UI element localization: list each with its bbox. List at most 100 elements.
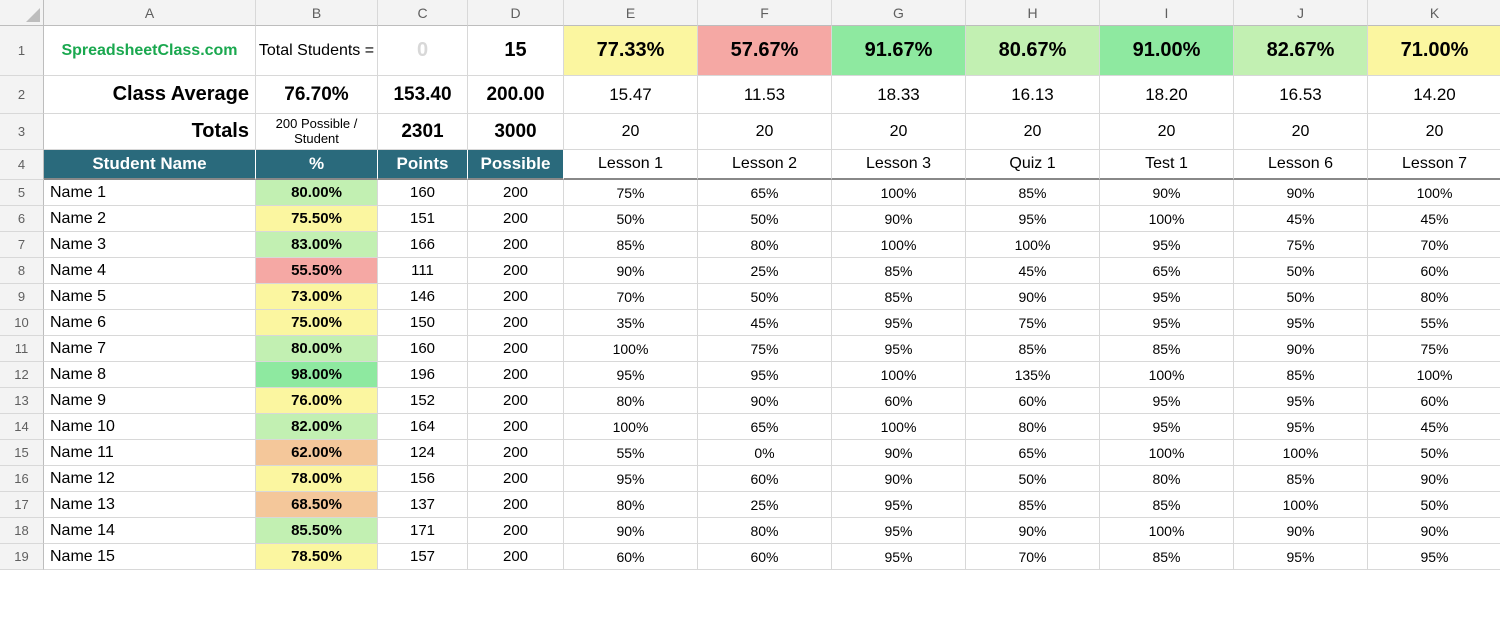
student-percent-cell[interactable]: 80.00%	[256, 180, 378, 206]
student-percent-cell[interactable]: 98.00%	[256, 362, 378, 388]
student-score-cell[interactable]: 85%	[966, 492, 1100, 518]
student-name-cell[interactable]: Name 13	[44, 492, 256, 518]
student-score-cell[interactable]: 135%	[966, 362, 1100, 388]
row-header-18[interactable]: 18	[0, 518, 44, 544]
column-header-g[interactable]: G	[832, 0, 966, 26]
student-score-cell[interactable]: 85%	[1234, 362, 1368, 388]
student-score-cell[interactable]: 95%	[966, 206, 1100, 232]
student-score-cell[interactable]: 85%	[832, 258, 966, 284]
spreadsheet-grid[interactable]: ABCDEFGHIJK1SpreadsheetClass.comTotal St…	[0, 0, 1500, 570]
student-name-cell[interactable]: Name 12	[44, 466, 256, 492]
student-score-cell[interactable]: 50%	[698, 284, 832, 310]
student-points-cell[interactable]: 166	[378, 232, 468, 258]
student-score-cell[interactable]: 100%	[564, 336, 698, 362]
student-score-cell[interactable]: 55%	[564, 440, 698, 466]
student-score-cell[interactable]: 50%	[1234, 284, 1368, 310]
student-score-cell[interactable]: 60%	[1368, 388, 1500, 414]
student-points-cell[interactable]: 151	[378, 206, 468, 232]
student-possible-cell[interactable]: 200	[468, 284, 564, 310]
student-score-cell[interactable]: 50%	[966, 466, 1100, 492]
student-score-cell[interactable]: 100%	[832, 414, 966, 440]
student-possible-cell[interactable]: 200	[468, 414, 564, 440]
student-score-cell[interactable]: 65%	[966, 440, 1100, 466]
student-score-cell[interactable]: 75%	[1234, 232, 1368, 258]
student-score-cell[interactable]: 95%	[1100, 388, 1234, 414]
row-header-3[interactable]: 3	[0, 114, 44, 150]
student-score-cell[interactable]: 85%	[1234, 466, 1368, 492]
student-score-cell[interactable]: 100%	[832, 362, 966, 388]
student-percent-cell[interactable]: 68.50%	[256, 492, 378, 518]
student-score-cell[interactable]: 65%	[698, 180, 832, 206]
student-name-cell[interactable]: Name 3	[44, 232, 256, 258]
student-score-cell[interactable]: 100%	[1368, 180, 1500, 206]
row-header-4[interactable]: 4	[0, 150, 44, 180]
student-name-cell[interactable]: Name 7	[44, 336, 256, 362]
row-header-19[interactable]: 19	[0, 544, 44, 570]
student-possible-cell[interactable]: 200	[468, 258, 564, 284]
row-header-5[interactable]: 5	[0, 180, 44, 206]
student-possible-cell[interactable]: 200	[468, 336, 564, 362]
student-possible-cell[interactable]: 200	[468, 180, 564, 206]
row-header-12[interactable]: 12	[0, 362, 44, 388]
student-points-cell[interactable]: 137	[378, 492, 468, 518]
student-possible-cell[interactable]: 200	[468, 232, 564, 258]
student-score-cell[interactable]: 55%	[1368, 310, 1500, 336]
student-score-cell[interactable]: 95%	[1100, 232, 1234, 258]
student-name-cell[interactable]: Name 2	[44, 206, 256, 232]
student-score-cell[interactable]: 50%	[698, 206, 832, 232]
column-header-b[interactable]: B	[256, 0, 378, 26]
student-name-cell[interactable]: Name 11	[44, 440, 256, 466]
student-score-cell[interactable]: 90%	[966, 518, 1100, 544]
column-header-c[interactable]: C	[378, 0, 468, 26]
student-possible-cell[interactable]: 200	[468, 362, 564, 388]
student-score-cell[interactable]: 95%	[1234, 310, 1368, 336]
row-header-13[interactable]: 13	[0, 388, 44, 414]
student-percent-cell[interactable]: 55.50%	[256, 258, 378, 284]
row-header-15[interactable]: 15	[0, 440, 44, 466]
column-header-d[interactable]: D	[468, 0, 564, 26]
student-score-cell[interactable]: 80%	[698, 518, 832, 544]
student-score-cell[interactable]: 50%	[1234, 258, 1368, 284]
student-score-cell[interactable]: 90%	[1234, 336, 1368, 362]
student-score-cell[interactable]: 75%	[1368, 336, 1500, 362]
student-score-cell[interactable]: 90%	[698, 388, 832, 414]
student-score-cell[interactable]: 45%	[1368, 414, 1500, 440]
student-score-cell[interactable]: 95%	[564, 362, 698, 388]
student-score-cell[interactable]: 100%	[564, 414, 698, 440]
column-header-e[interactable]: E	[564, 0, 698, 26]
student-score-cell[interactable]: 75%	[564, 180, 698, 206]
student-percent-cell[interactable]: 85.50%	[256, 518, 378, 544]
student-score-cell[interactable]: 0%	[698, 440, 832, 466]
student-score-cell[interactable]: 100%	[1234, 440, 1368, 466]
student-score-cell[interactable]: 25%	[698, 258, 832, 284]
student-name-cell[interactable]: Name 1	[44, 180, 256, 206]
student-score-cell[interactable]: 85%	[832, 284, 966, 310]
student-points-cell[interactable]: 196	[378, 362, 468, 388]
student-score-cell[interactable]: 95%	[832, 492, 966, 518]
student-score-cell[interactable]: 95%	[832, 544, 966, 570]
student-points-cell[interactable]: 124	[378, 440, 468, 466]
row-header-10[interactable]: 10	[0, 310, 44, 336]
student-score-cell[interactable]: 90%	[1234, 518, 1368, 544]
row-header-1[interactable]: 1	[0, 26, 44, 76]
student-score-cell[interactable]: 95%	[1100, 310, 1234, 336]
student-score-cell[interactable]: 90%	[1100, 180, 1234, 206]
student-score-cell[interactable]: 50%	[1368, 492, 1500, 518]
student-score-cell[interactable]: 60%	[1368, 258, 1500, 284]
student-name-cell[interactable]: Name 4	[44, 258, 256, 284]
student-name-cell[interactable]: Name 6	[44, 310, 256, 336]
student-percent-cell[interactable]: 83.00%	[256, 232, 378, 258]
student-possible-cell[interactable]: 200	[468, 388, 564, 414]
student-points-cell[interactable]: 160	[378, 180, 468, 206]
student-score-cell[interactable]: 90%	[832, 466, 966, 492]
student-name-cell[interactable]: Name 5	[44, 284, 256, 310]
student-score-cell[interactable]: 45%	[966, 258, 1100, 284]
student-score-cell[interactable]: 85%	[1100, 336, 1234, 362]
student-score-cell[interactable]: 100%	[1100, 518, 1234, 544]
student-percent-cell[interactable]: 78.50%	[256, 544, 378, 570]
student-score-cell[interactable]: 100%	[832, 232, 966, 258]
row-header-6[interactable]: 6	[0, 206, 44, 232]
student-score-cell[interactable]: 85%	[1100, 544, 1234, 570]
column-header-h[interactable]: H	[966, 0, 1100, 26]
student-score-cell[interactable]: 85%	[966, 180, 1100, 206]
